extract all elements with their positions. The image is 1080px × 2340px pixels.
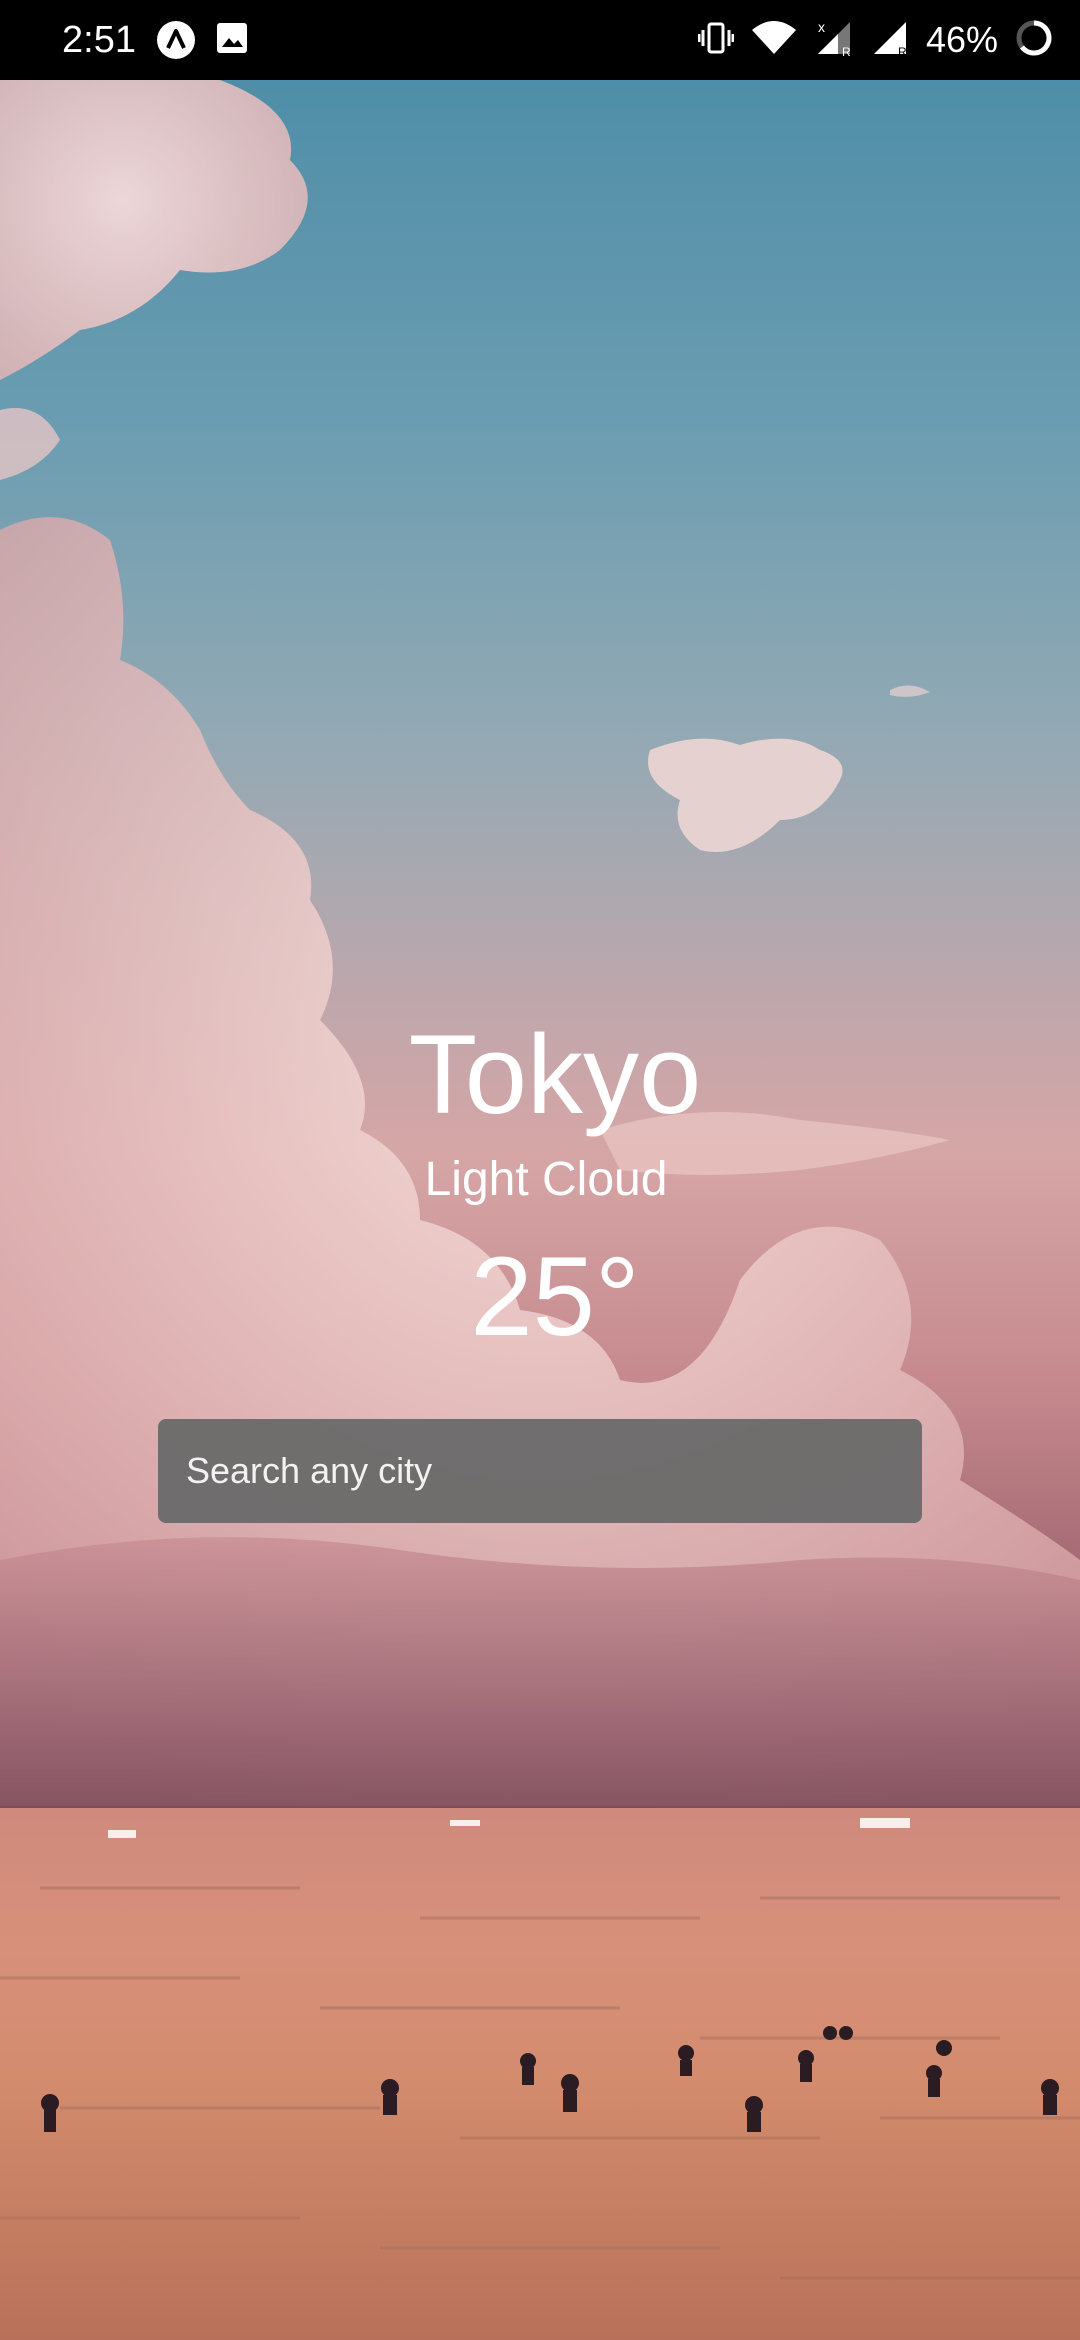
battery-icon xyxy=(1014,18,1054,63)
battery-percent: 46% xyxy=(925,19,998,60)
status-left-icons xyxy=(156,20,250,65)
wifi-icon xyxy=(750,18,798,63)
weather-condition: Light Cloud xyxy=(424,1153,668,1206)
svg-text:R: R xyxy=(898,45,907,58)
search-input[interactable] xyxy=(184,1449,896,1493)
weather-card: Tokyo Light Cloud 25° xyxy=(0,0,1080,2340)
search-box[interactable] xyxy=(158,1419,922,1523)
app-notification-icon xyxy=(156,20,196,65)
city-name: Tokyo xyxy=(408,1012,702,1137)
signal-sim1-icon: x R xyxy=(814,18,854,63)
weather-app-screen: 2:51 x R R 46% Tokyo Light Cloud 25° Sea… xyxy=(0,0,1080,2340)
svg-text:x: x xyxy=(818,19,825,35)
status-right-icons: x R R 46% xyxy=(697,14,1054,66)
image-notification-icon xyxy=(214,20,250,65)
status-bar: 2:51 x R R 46% xyxy=(0,0,1080,80)
status-time: 2:51 xyxy=(62,19,136,61)
temperature: 25° xyxy=(470,1234,640,1359)
svg-text:R: R xyxy=(842,45,851,58)
signal-sim2-icon: R xyxy=(870,18,910,63)
vibrate-icon xyxy=(697,18,735,63)
